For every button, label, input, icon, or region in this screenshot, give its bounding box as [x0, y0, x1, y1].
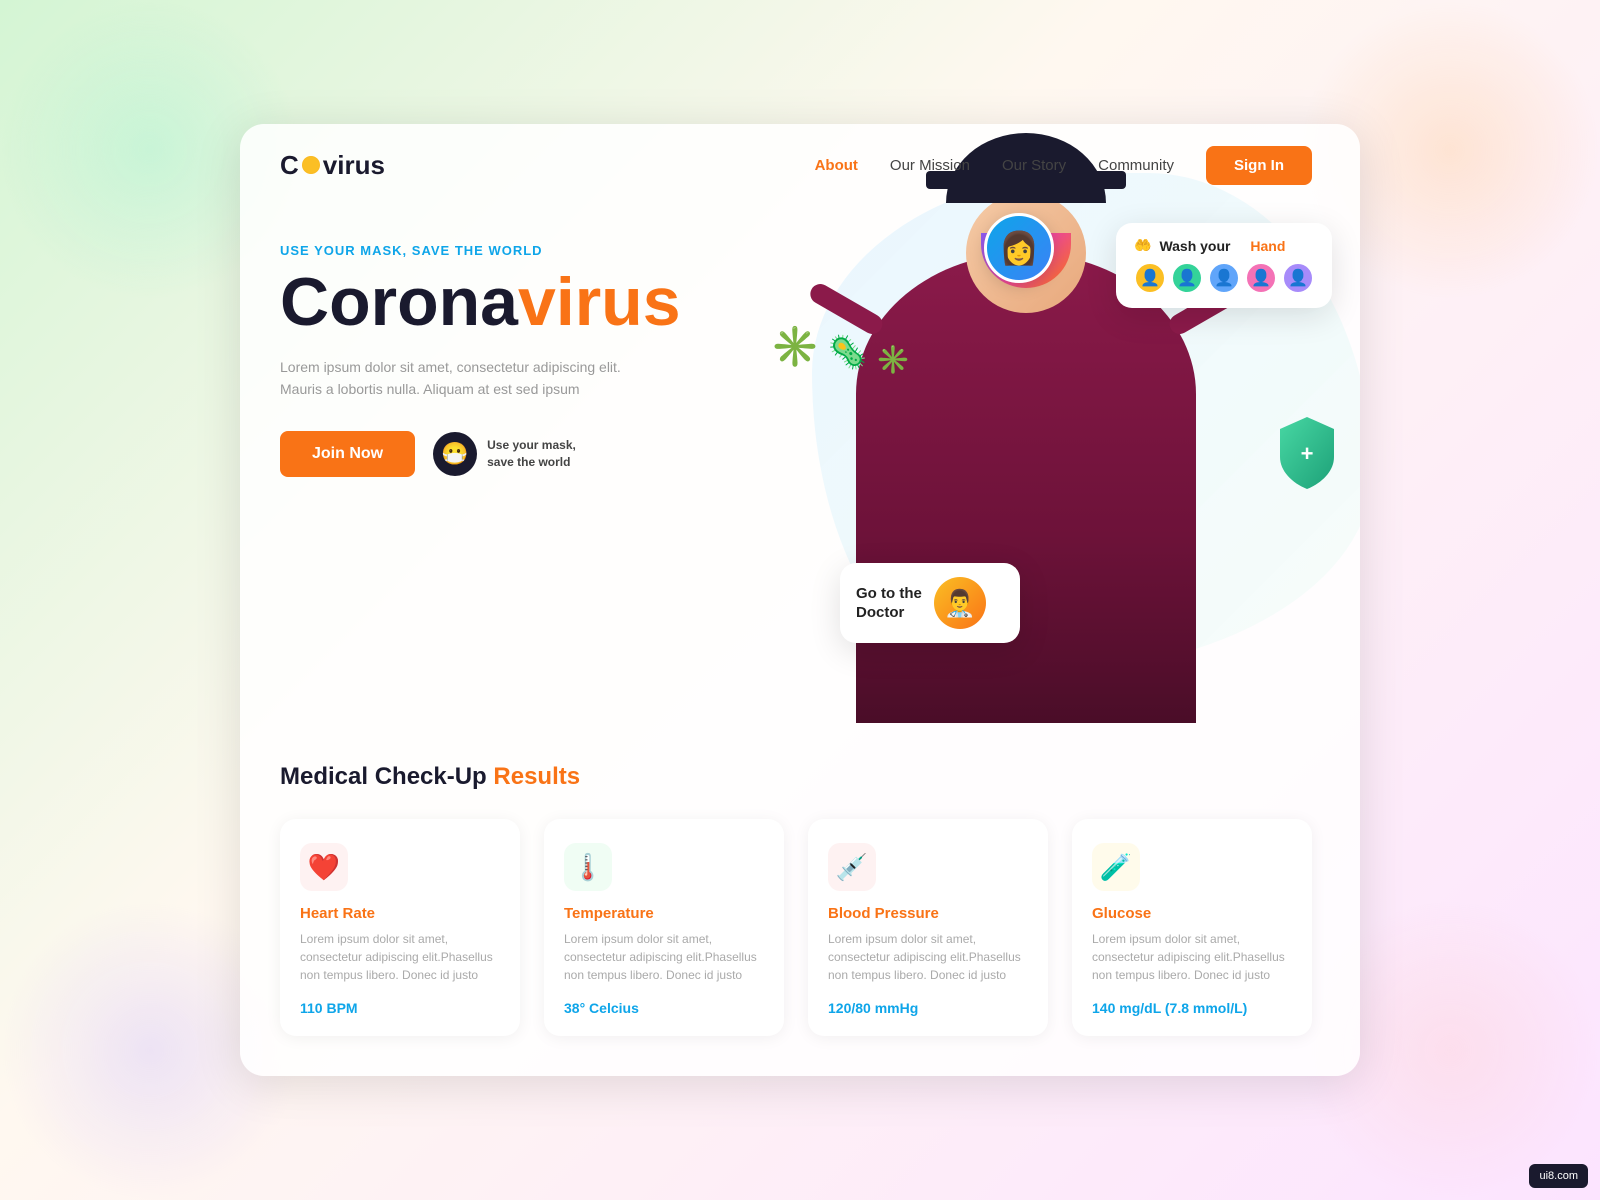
hero-right: 👩 ✳️ 🦠 ✳️ 🤲 Wash your Hand 👤 👤 👤 👤	[740, 203, 1312, 723]
results-title: Medical Check-Up Results	[280, 763, 1312, 791]
glucose-name: Glucose	[1092, 905, 1292, 922]
result-heart-rate: ❤️ Heart Rate Lorem ipsum dolor sit amet…	[280, 819, 520, 1036]
wash-avatar-4: 👤	[1245, 262, 1277, 294]
hero-tagline: USE YOUR MASK, SAVE THE WORLD	[280, 243, 740, 258]
virus-icon-2: 🦠	[828, 333, 868, 376]
result-glucose: 🧪 Glucose Lorem ipsum dolor sit amet, co…	[1072, 819, 1312, 1036]
blood-pressure-name: Blood Pressure	[828, 905, 1028, 922]
mask-text: Use your mask, save the world	[487, 437, 576, 471]
virus-icon-1: ✳️	[770, 323, 820, 376]
glucose-desc: Lorem ipsum dolor sit amet, consectetur …	[1092, 930, 1292, 984]
hero-description: Lorem ipsum dolor sit amet, consectetur …	[280, 356, 660, 401]
logo-dot-icon	[302, 156, 320, 174]
wash-avatars: 👤 👤 👤 👤 👤	[1134, 262, 1314, 294]
blood-pressure-icon: 💉	[828, 843, 876, 891]
shield-icon: +	[1272, 413, 1342, 493]
hero-left: USE YOUR MASK, SAVE THE WORLD Coronaviru…	[280, 203, 740, 723]
results-cards: ❤️ Heart Rate Lorem ipsum dolor sit amet…	[280, 819, 1312, 1036]
doctor-text: Go to the Doctor	[856, 584, 922, 623]
navbar: C virus About Our Mission Our Story Comm…	[240, 124, 1360, 203]
mask-info: 😷 Use your mask, save the world	[433, 432, 576, 476]
results-section: Medical Check-Up Results ❤️ Heart Rate L…	[240, 723, 1360, 1076]
glucose-value: 140 mg/dL (7.8 mmol/L)	[1092, 1000, 1292, 1016]
logo-text-virus: virus	[323, 150, 385, 181]
hero-section: USE YOUR MASK, SAVE THE WORLD Coronaviru…	[240, 203, 1360, 723]
temperature-value: 38° Celcius	[564, 1000, 764, 1016]
signin-button[interactable]: Sign In	[1206, 146, 1312, 185]
blood-pressure-value: 120/80 mmHg	[828, 1000, 1028, 1016]
doctor-avatar: 👨‍⚕️	[934, 577, 986, 629]
nav-community[interactable]: Community	[1098, 157, 1174, 174]
top-avatar: 👩	[984, 213, 1054, 283]
mask-icon: 😷	[433, 432, 477, 476]
logo-text-c: C	[280, 150, 299, 181]
result-temperature: 🌡️ Temperature Lorem ipsum dolor sit ame…	[544, 819, 784, 1036]
heart-rate-value: 110 BPM	[300, 1000, 500, 1016]
hero-title: Coronavirus	[280, 268, 740, 336]
result-blood-pressure: 💉 Blood Pressure Lorem ipsum dolor sit a…	[808, 819, 1048, 1036]
virus-icons: ✳️ 🦠 ✳️	[770, 323, 911, 376]
glucose-icon: 🧪	[1092, 843, 1140, 891]
wash-hand-card: 🤲 Wash your Hand 👤 👤 👤 👤 👤	[1116, 223, 1332, 308]
wash-avatar-5: 👤	[1282, 262, 1314, 294]
blood-pressure-desc: Lorem ipsum dolor sit amet, consectetur …	[828, 930, 1028, 984]
hero-title-dark: Corona	[280, 264, 518, 340]
heart-rate-name: Heart Rate	[300, 905, 500, 922]
heart-rate-desc: Lorem ipsum dolor sit amet, consectetur …	[300, 930, 500, 984]
nav-mission[interactable]: Our Mission	[890, 157, 970, 174]
wash-avatar-2: 👤	[1171, 262, 1203, 294]
watermark: ui8.com	[1529, 1164, 1588, 1188]
nav-about[interactable]: About	[815, 157, 858, 174]
logo[interactable]: C virus	[280, 150, 385, 181]
join-now-button[interactable]: Join Now	[280, 431, 415, 477]
heart-rate-icon: ❤️	[300, 843, 348, 891]
wash-hand-title: 🤲 Wash your Hand	[1134, 237, 1314, 254]
temperature-icon: 🌡️	[564, 843, 612, 891]
hero-actions: Join Now 😷 Use your mask, save the world	[280, 431, 740, 477]
hero-title-orange: virus	[518, 264, 681, 340]
temperature-desc: Lorem ipsum dolor sit amet, consectetur …	[564, 930, 764, 984]
results-title-dark: Medical Check-Up	[280, 763, 487, 790]
wash-avatar-1: 👤	[1134, 262, 1166, 294]
results-title-orange: Results	[493, 763, 580, 790]
virus-icon-3: ✳️	[876, 343, 911, 376]
nav-story[interactable]: Our Story	[1002, 157, 1066, 174]
nav-links: About Our Mission Our Story Community Si…	[815, 146, 1312, 185]
wash-avatar-3: 👤	[1208, 262, 1240, 294]
svg-text:+: +	[1301, 441, 1314, 466]
go-to-doctor-card: Go to the Doctor 👨‍⚕️	[840, 563, 1020, 643]
temperature-name: Temperature	[564, 905, 764, 922]
main-card: C virus About Our Mission Our Story Comm…	[240, 124, 1360, 1076]
